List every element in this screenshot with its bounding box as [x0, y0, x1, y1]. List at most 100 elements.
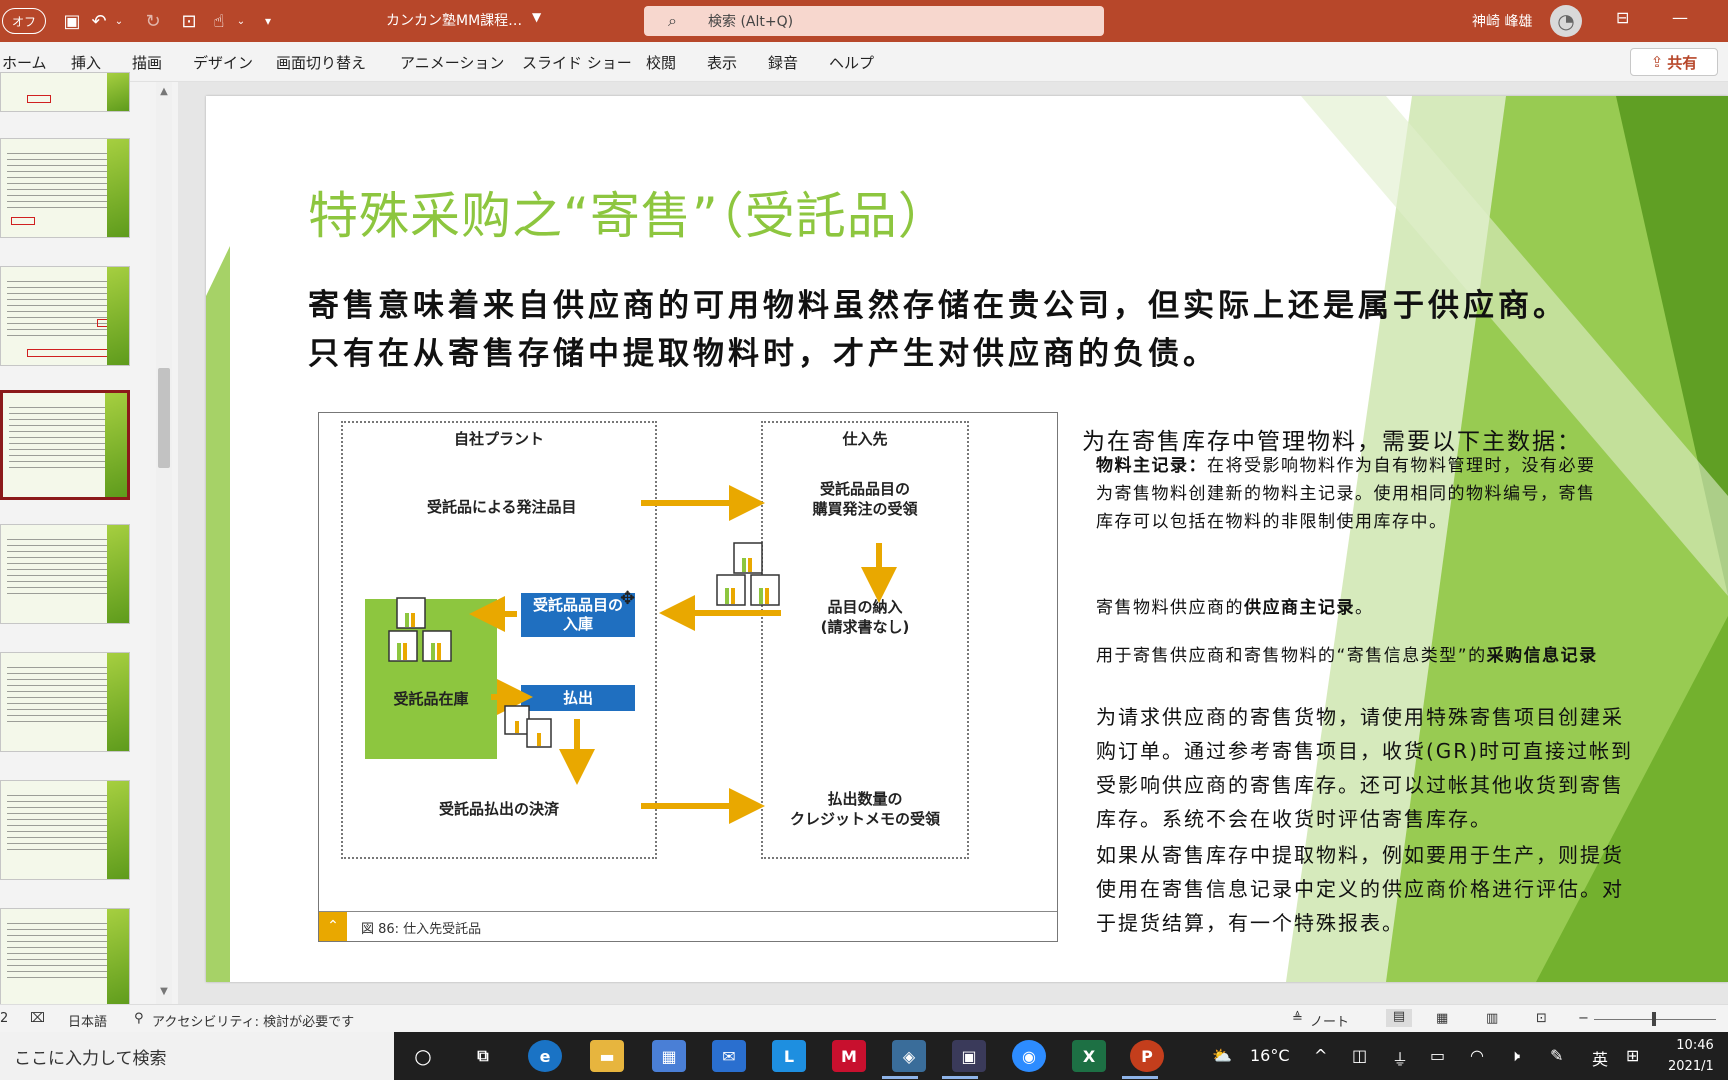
tab-help[interactable]: ヘルプ [829, 52, 874, 73]
active-app-indicator [882, 1076, 918, 1079]
notes-icon[interactable]: ≜ [1292, 1011, 1303, 1026]
slide-number[interactable]: 2 [0, 1011, 8, 1026]
po-line-4: 库存。系统不会在收货时评估寄售库存。 [1096, 807, 1492, 831]
slide-thumbnail[interactable] [0, 652, 130, 752]
minimize-icon[interactable]: — [1672, 8, 1688, 27]
language-indicator[interactable]: 日本語 [68, 1011, 107, 1030]
file-explorer-icon[interactable]: ▬ [590, 1040, 624, 1072]
remote-desktop-icon[interactable]: ▣ [952, 1040, 986, 1072]
spelling-check-icon[interactable]: ⌧ [30, 1011, 45, 1026]
tray-app-icon[interactable]: ◫ [1352, 1046, 1367, 1065]
edge-icon[interactable]: e [528, 1040, 562, 1072]
figure-caption: 図 86: 仕入先受託品 [361, 922, 482, 937]
autosave-toggle[interactable]: オフ [2, 8, 46, 34]
withdrawal-line-3: 于提货结算，有一个特殊报表。 [1096, 911, 1404, 935]
vendor-master-paragraph[interactable]: 寄售物料供应商的供应商主记录。 [1096, 594, 1374, 622]
withdrawal-line-2: 使用在寄售信息记录中定义的供应商价格进行评估。对 [1096, 877, 1624, 901]
user-name[interactable]: 神崎 峰雄 [1472, 11, 1532, 31]
slide-thumbnail[interactable] [0, 138, 130, 238]
save-icon[interactable]: ▣ [58, 8, 86, 34]
slide-thumbnail[interactable] [0, 780, 130, 880]
current-slide[interactable]: 特殊采购之“寄售”（受託品） 寄售意味着来自供应商的可用物料虽然存储在贵公司，但… [206, 96, 1728, 982]
scroll-down-icon[interactable]: ▼ [158, 986, 170, 997]
slide-thumbnail[interactable] [0, 524, 130, 624]
undo-icon[interactable]: ↶ [86, 8, 112, 34]
accessibility-icon[interactable]: ⚲ [134, 1011, 144, 1026]
task-view-icon[interactable]: ⧉ [466, 1040, 500, 1072]
master-data-heading[interactable]: 为在寄售库存中管理物料，需要以下主数据： [1082, 422, 1582, 456]
present-from-start-icon[interactable]: ⊡ [176, 8, 202, 34]
share-button[interactable]: ⇪ 共有 [1630, 48, 1718, 76]
tab-insert[interactable]: 挿入 [71, 52, 101, 73]
redo-icon[interactable]: ↻ [140, 8, 166, 34]
stock-box-icons [388, 542, 780, 748]
normal-view-icon[interactable]: ▤ [1386, 1009, 1412, 1027]
tab-review[interactable]: 校閲 [646, 52, 676, 73]
mcafee-icon[interactable]: M [832, 1040, 866, 1072]
chevron-down-icon[interactable]: ▼ [532, 10, 541, 24]
ime-language[interactable]: 英 [1592, 1046, 1608, 1070]
mail-icon[interactable]: ✉ [712, 1040, 746, 1072]
document-title[interactable]: カンカン塾MM課程… [386, 10, 522, 30]
share-label: 共有 [1667, 53, 1698, 72]
search-box[interactable]: ⌕ 検索 (Alt+Q) [644, 6, 1104, 36]
cortana-icon[interactable]: ○ [406, 1040, 440, 1072]
customize-qat-icon[interactable]: ▾ [258, 8, 278, 34]
wifi-icon[interactable]: ◠ [1470, 1046, 1484, 1065]
consignment-diagram[interactable]: 自社プラント 仕入先 受託品による発注品目 受託品品目の 購買発注の受領 受託品… [318, 412, 1058, 942]
search-icon: ⌕ [668, 11, 677, 30]
withdrawal-line-1: 如果从寄售库存中提取物料，例如要用于生产，则提货 [1096, 843, 1624, 867]
tab-transitions[interactable]: 画面切り替え [276, 52, 366, 73]
notes-button[interactable]: ノート [1310, 1011, 1349, 1030]
slide-thumbnail-current[interactable] [0, 390, 130, 500]
tab-slideshow[interactable]: スライド ショー [522, 52, 632, 73]
slideshow-view-icon[interactable]: ⊡ [1536, 1011, 1547, 1026]
tab-home[interactable]: ホーム [2, 52, 47, 73]
microphone-icon[interactable]: ⏚ [1392, 1046, 1408, 1070]
ribbon-display-options-icon[interactable]: ⊟ [1616, 8, 1629, 27]
slide-thumbnail[interactable] [0, 266, 130, 366]
store-icon[interactable]: ▦ [652, 1040, 686, 1072]
slide-thumbnail[interactable] [0, 72, 130, 112]
tab-animations[interactable]: アニメーション [400, 52, 504, 73]
touch-mode-icon[interactable]: ☝ [206, 8, 232, 34]
info-record-paragraph[interactable]: 用于寄售供应商和寄售物料的“寄售信息类型”的采购信息记录 [1096, 642, 1598, 670]
zoom-slider-thumb[interactable] [1652, 1012, 1656, 1026]
pen-icon[interactable]: ✎ [1550, 1046, 1563, 1065]
undo-dropdown-icon[interactable]: ⌄ [112, 8, 126, 34]
l-app-icon[interactable]: L [772, 1040, 806, 1072]
show-hidden-icons-icon[interactable]: ^ [1314, 1046, 1327, 1065]
weather-temp[interactable]: 16°C [1250, 1046, 1290, 1065]
thumbnail-scrollbar[interactable] [156, 82, 172, 1004]
slide-sorter-icon[interactable]: ▦ [1436, 1011, 1448, 1026]
withdrawal-paragraph[interactable]: 如果从寄售库存中提取物料，例如要用于生产，则提货 使用在寄售信息记录中定义的供应… [1096, 838, 1624, 940]
active-app-indicator [1122, 1076, 1158, 1079]
excel-icon[interactable]: X [1072, 1040, 1106, 1072]
thumbnail-scroll-thumb[interactable] [158, 368, 170, 468]
avatar[interactable]: ◔ [1550, 5, 1582, 37]
ime-mode-icon[interactable]: ⊞ [1626, 1046, 1639, 1065]
slide-thumbnail[interactable] [0, 908, 130, 1008]
slide-title[interactable]: 特殊采购之“寄售”（受託品） [308, 176, 949, 248]
material-master-paragraph[interactable]: 物料主记录：在将受影响物料作为自有物料管理时，没有必要 为寄售物料创建新的物料主… [1096, 452, 1596, 536]
tab-design[interactable]: デザイン [193, 52, 253, 73]
virtualbox-icon[interactable]: ◈ [892, 1040, 926, 1072]
battery-icon[interactable]: ▭ [1430, 1046, 1445, 1065]
tab-view[interactable]: 表示 [707, 52, 737, 73]
collapse-caret-icon[interactable]: ⌃ [319, 912, 347, 941]
taskbar-search[interactable]: ここに入力して検索 [0, 1032, 394, 1080]
touch-dropdown-icon[interactable]: ⌄ [234, 8, 248, 34]
slide-intro-text[interactable]: 寄售意味着来自供应商的可用物料虽然存储在贵公司，但实际上还是属于供应商。 只有在… [308, 282, 1568, 378]
tab-draw[interactable]: 描画 [132, 52, 162, 73]
powerpoint-icon[interactable]: P [1130, 1040, 1164, 1072]
clock[interactable]: 10:46 2021/1 [1668, 1035, 1714, 1077]
purchase-order-paragraph[interactable]: 为请求供应商的寄售货物，请使用特殊寄售项目创建采 购订单。通过参考寄售项目，收货… [1096, 700, 1633, 836]
zoom-out-icon[interactable]: − [1578, 1011, 1589, 1026]
scroll-up-icon[interactable]: ▲ [158, 86, 170, 97]
zoom-app-icon[interactable]: ◉ [1012, 1040, 1046, 1072]
reading-view-icon[interactable]: ▥ [1486, 1011, 1498, 1026]
accessibility-status[interactable]: アクセシビリティ: 検討が必要です [152, 1011, 354, 1030]
volume-muted-icon[interactable]: 🕨 [1510, 1046, 1520, 1066]
tab-record[interactable]: 録音 [768, 52, 798, 73]
weather-icon[interactable]: ⛅ [1212, 1046, 1232, 1065]
